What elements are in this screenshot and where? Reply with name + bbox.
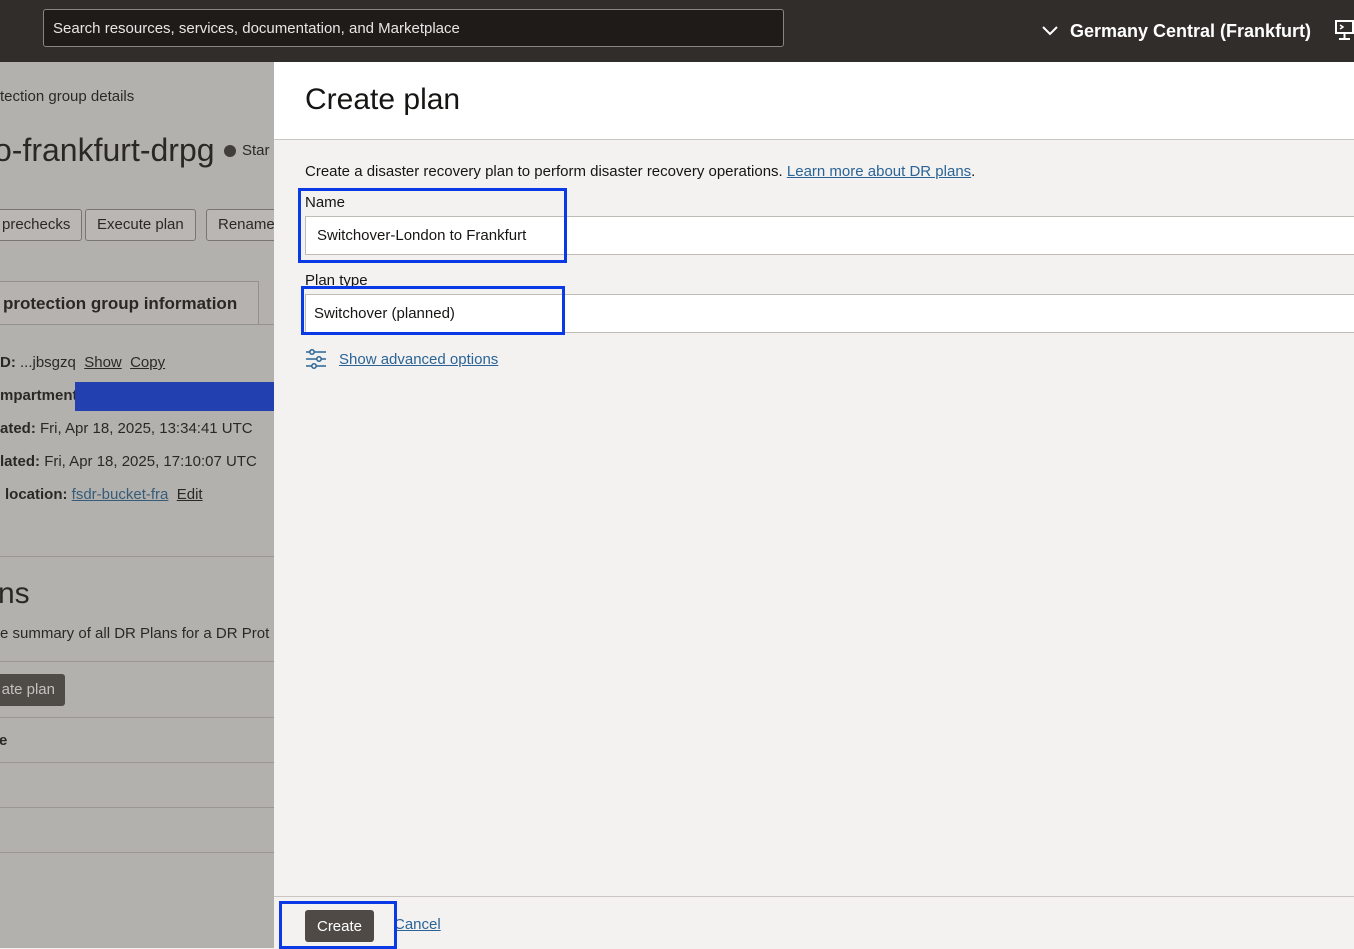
table-header-name: e [0, 732, 8, 749]
compartment-row: mpartment [0, 387, 78, 404]
updated-label: lated: [0, 453, 41, 470]
top-navigation-bar: Search resources, services, documentatio… [0, 0, 1354, 62]
create-plan-panel: Create plan Create a disaster recovery p… [274, 62, 1354, 949]
section-divider [0, 556, 274, 557]
table-divider [0, 717, 274, 718]
plans-description: e summary of all DR Plans for a DR Prot [0, 625, 270, 642]
tab-protection-group-information[interactable]: protection group information [0, 281, 259, 325]
protection-group-details-page: tection group details o-frankfurt-drpg S… [0, 62, 274, 948]
intro-period: . [971, 163, 976, 180]
panel-footer: Create Cancel [274, 896, 1354, 949]
cloud-shell-icon[interactable] [1335, 19, 1354, 41]
copy-ocid-link[interactable]: Copy [130, 354, 165, 371]
search-input[interactable]: Search resources, services, documentatio… [43, 9, 784, 47]
chevron-down-icon [1042, 26, 1058, 36]
edit-location-link[interactable]: Edit [177, 486, 203, 503]
table-row [0, 852, 274, 853]
section-divider [0, 661, 274, 662]
create-button[interactable]: Create [305, 910, 374, 942]
tab-divider [0, 324, 274, 325]
bucket-link[interactable]: fsdr-bucket-fra [72, 486, 169, 503]
plan-type-select[interactable]: Switchover (planned) [305, 294, 1354, 333]
table-row [0, 807, 274, 808]
updated-row: lated: Fri, Apr 18, 2025, 17:10:07 UTC [0, 453, 257, 470]
breadcrumb[interactable]: tection group details [0, 88, 134, 105]
run-prechecks-button[interactable]: prechecks [0, 209, 83, 241]
panel-intro: Create a disaster recovery plan to perfo… [305, 163, 975, 180]
intro-text: Create a disaster recovery plan to perfo… [305, 163, 783, 180]
location-row: location: fsdr-bucket-fra Edit [5, 486, 203, 503]
ocid-label: D: [0, 354, 16, 371]
show-ocid-link[interactable]: Show [84, 354, 122, 371]
cancel-link[interactable]: Cancel [394, 916, 441, 933]
redacted-compartment [75, 382, 274, 411]
created-label: ated: [0, 420, 36, 437]
panel-header: Create plan [274, 62, 1354, 140]
table-row [0, 762, 274, 763]
created-value: Fri, Apr 18, 2025, 13:34:41 UTC [40, 420, 253, 437]
advanced-options-link[interactable]: Show advanced options [339, 351, 498, 368]
region-label: Germany Central (Frankfurt) [1070, 20, 1312, 41]
page-title: o-frankfurt-drpg [0, 132, 215, 168]
ocid-row: D: ...jbsgzq Show Copy [0, 354, 165, 371]
status-dot-icon [224, 144, 236, 157]
status-label: Star [242, 142, 270, 159]
plan-type-label: Plan type [305, 272, 368, 289]
panel-title: Create plan [305, 83, 461, 116]
show-advanced-options[interactable]: Show advanced options [305, 348, 498, 370]
created-row: ated: Fri, Apr 18, 2025, 13:34:41 UTC [0, 420, 253, 437]
learn-more-link[interactable]: Learn more about DR plans [787, 163, 971, 180]
updated-value: Fri, Apr 18, 2025, 17:10:07 UTC [44, 453, 257, 470]
execute-plan-button[interactable]: Execute plan [85, 209, 196, 241]
name-label: Name [305, 194, 346, 211]
ocid-value: ...jbsgzq [20, 354, 76, 371]
rename-button[interactable]: Rename [206, 209, 274, 241]
plans-heading: ns [0, 577, 30, 610]
compartment-label: mpartment [0, 387, 78, 404]
name-input[interactable]: Switchover-London to Frankfurt [305, 216, 1354, 255]
sliders-icon [306, 349, 326, 369]
status-badge: Star [224, 142, 270, 159]
create-plan-button[interactable]: ate plan [0, 674, 65, 706]
region-selector[interactable]: Germany Central (Frankfurt) [1040, 0, 1311, 62]
location-label: location: [5, 486, 68, 503]
